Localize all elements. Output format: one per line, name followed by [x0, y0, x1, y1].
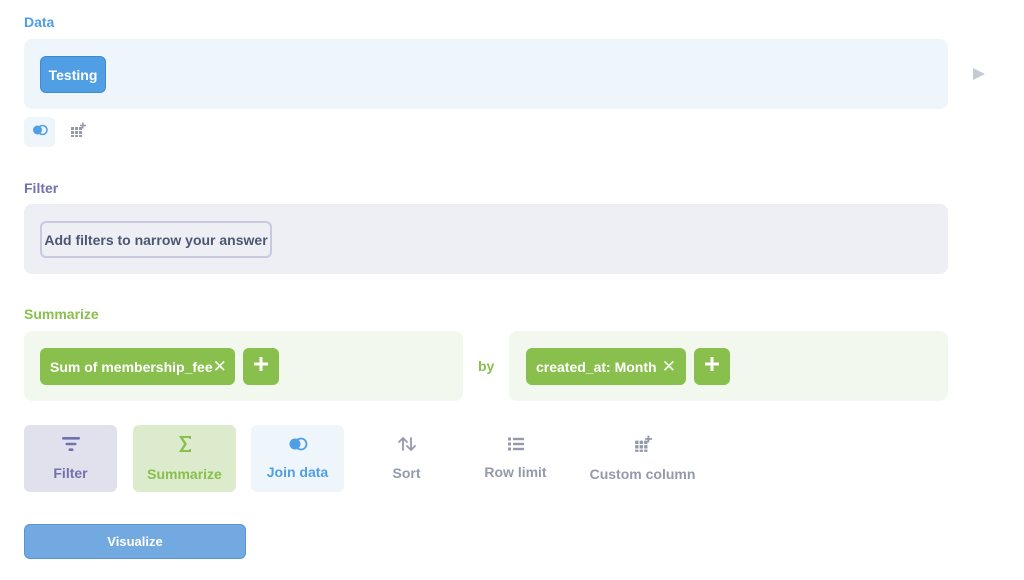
custom-column-action-label: Custom column	[589, 466, 696, 482]
join-data-mini-button[interactable]	[24, 117, 55, 147]
summarize-action-label: Summarize	[147, 466, 222, 482]
plus-icon	[704, 356, 720, 377]
remove-aggregation-icon[interactable]: ✕	[213, 357, 227, 377]
add-column-icon	[634, 435, 652, 458]
join-icon	[288, 437, 308, 456]
data-source-pill[interactable]: Testing	[40, 56, 106, 93]
row-limit-action-button[interactable]: Row limit	[469, 425, 562, 492]
filter-section-label: Filter	[24, 180, 59, 196]
join-data-action-button[interactable]: Join data	[251, 425, 344, 492]
plus-icon	[253, 356, 269, 377]
summarize-section-label: Summarize	[24, 306, 99, 322]
aggregation-label: Sum of membership_fee	[50, 358, 213, 375]
visualize-button[interactable]: Visualize	[24, 524, 246, 559]
filter-action-label: Filter	[53, 465, 88, 481]
by-label: by	[478, 358, 495, 374]
sort-action-button[interactable]: Sort	[360, 425, 453, 492]
sigma-icon	[177, 435, 193, 458]
add-aggregation-button[interactable]	[243, 348, 279, 385]
breakout-pill[interactable]: created_at: Month ✕	[526, 348, 686, 385]
aggregation-pill[interactable]: Sum of membership_fee ✕	[40, 348, 235, 385]
sort-action-label: Sort	[392, 465, 421, 481]
list-icon	[507, 437, 524, 456]
custom-column-action-button[interactable]: Custom column	[584, 425, 701, 492]
row-limit-action-label: Row limit	[484, 464, 547, 480]
sort-icon	[397, 436, 417, 457]
data-section-label: Data	[24, 14, 55, 30]
join-icon	[32, 123, 48, 141]
add-filter-button[interactable]: Add filters to narrow your answer	[40, 221, 272, 258]
preview-play-icon[interactable]	[972, 67, 986, 86]
add-column-icon	[70, 122, 86, 143]
filter-icon	[61, 436, 80, 457]
breakout-label: created_at: Month	[536, 358, 657, 375]
add-breakout-button[interactable]	[694, 348, 730, 385]
custom-column-mini-button[interactable]	[62, 117, 93, 147]
join-data-action-label: Join data	[266, 464, 329, 480]
filter-action-button[interactable]: Filter	[24, 425, 117, 492]
remove-breakout-icon[interactable]: ✕	[662, 357, 676, 377]
data-step-container	[24, 39, 948, 109]
summarize-action-button[interactable]: Summarize	[133, 425, 236, 492]
